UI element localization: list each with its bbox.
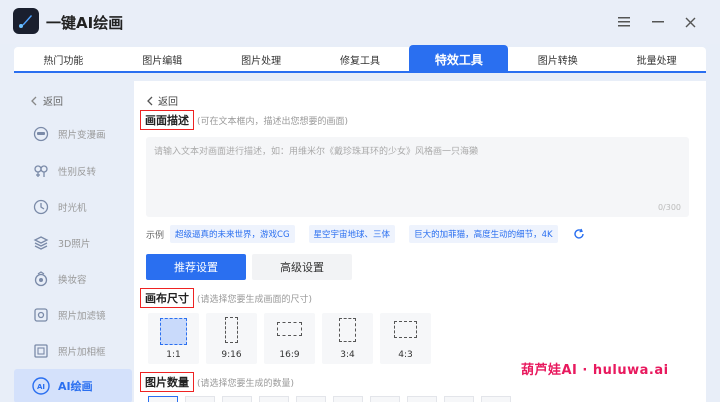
quantity-option[interactable] [481, 396, 511, 402]
ratio-label: 3:4 [340, 350, 355, 360]
recommended-settings-button[interactable]: 推荐设置 [146, 254, 246, 280]
frame-icon [32, 342, 50, 360]
sidebar-item-filter[interactable]: 照片加滤镜 [14, 298, 132, 332]
tab-repair-tools[interactable]: 修复工具 [311, 47, 410, 71]
description-placeholder: 请输入文本对画面进行描述，如：用维米尔《戴珍珠耳环的少女》风格画一只海獭 [154, 147, 479, 157]
sidebar-item-label: 照片加相框 [58, 347, 106, 358]
sidebar-item-cartoon[interactable]: 照片变漫画 [14, 117, 132, 151]
ratio-label: 4:3 [398, 350, 413, 360]
char-counter: 0/300 [657, 203, 681, 212]
makeup-icon [32, 270, 50, 288]
ratio-option-16-9[interactable]: 16:9 [264, 313, 315, 364]
example-chip[interactable]: 星空宇宙地球、三体 [308, 225, 396, 243]
refresh-icon[interactable] [572, 227, 586, 241]
hamburger-menu-icon[interactable] [614, 12, 634, 32]
gender-icon [32, 162, 50, 180]
ai-icon: AI [32, 377, 50, 395]
quantity-option[interactable] [407, 396, 437, 402]
quantity-section-title: 图片数量 (请选择您要生成的数量) [140, 372, 294, 392]
tab-image-convert[interactable]: 图片转换 [508, 47, 607, 71]
description-input[interactable]: 请输入文本对画面进行描述，如：用维米尔《戴珍珠耳环的少女》风格画一只海獭 0/3… [146, 137, 689, 217]
main-back-button[interactable]: 返回 [146, 93, 178, 108]
sidebar-item-frame[interactable]: 照片加相框 [14, 334, 132, 368]
sidebar-back-label: 返回 [43, 97, 63, 108]
app-title: 一键AI绘画 [46, 14, 124, 32]
quantity-option[interactable] [296, 396, 326, 402]
tab-effect-tools[interactable]: 特效工具 [409, 45, 509, 73]
sidebar-item-label: 照片加滤镜 [58, 311, 106, 322]
main-panel: 返回 画面描述 (可在文本框内，描述出您想要的画面) 请输入文本对画面进行描述，… [134, 81, 706, 402]
ratio-label: 9:16 [221, 350, 242, 360]
chevron-left-icon [31, 96, 37, 105]
ratio-label: 16:9 [279, 350, 300, 360]
cartoon-face-icon [32, 125, 50, 143]
brush-icon [19, 15, 32, 28]
quantity-option[interactable] [185, 396, 215, 402]
examples-label: 示例 [146, 230, 165, 241]
quantity-option[interactable] [333, 396, 363, 402]
ratio-option-4-3[interactable]: 4:3 [380, 313, 431, 364]
sidebar: 返回 照片变漫画 性别反转 时光机 3D照片 换妆容 照片加滤镜 照片加相框 A… [14, 81, 132, 402]
filter-icon [32, 306, 50, 324]
canvas-hint: (请选择您要生成画面的尺寸) [197, 294, 313, 305]
description-hint: (可在文本框内，描述出您想要的画面) [197, 116, 349, 127]
tab-image-edit[interactable]: 图片编辑 [113, 47, 212, 71]
chevron-left-icon [147, 96, 153, 105]
canvas-section-title: 画布尺寸 (请选择您要生成画面的尺寸) [140, 288, 312, 308]
settings-tabs: 推荐设置 高级设置 [146, 254, 352, 280]
sidebar-item-label: 照片变漫画 [58, 130, 106, 141]
quantity-title: 图片数量 [140, 372, 194, 392]
ratio-option-3-4[interactable]: 3:4 [322, 313, 373, 364]
quantity-hint: (请选择您要生成的数量) [197, 378, 295, 389]
canvas-title: 画布尺寸 [140, 288, 194, 308]
ratio-landscape-icon [394, 321, 417, 338]
sidebar-item-label: AI绘画 [58, 380, 93, 393]
close-icon[interactable] [680, 12, 700, 32]
sidebar-item-ai-painting[interactable]: AI AI绘画 [14, 369, 132, 402]
example-chip[interactable]: 巨大的加菲猫，高度生动的细节，4K [409, 225, 558, 243]
quantity-option[interactable] [444, 396, 474, 402]
watermark: 葫芦娃AI · huluwa.ai [521, 363, 669, 378]
quantity-options [148, 396, 511, 402]
examples-row: 示例 超级逼真的未来世界，游戏CG 星空宇宙地球、三体 巨大的加菲猫，高度生动的… [146, 225, 586, 243]
app-logo [13, 8, 39, 34]
ratio-options: 1:1 9:16 16:9 3:4 4:3 [148, 313, 431, 364]
ratio-option-9-16[interactable]: 9:16 [206, 313, 257, 364]
main-back-label: 返回 [158, 97, 178, 108]
sidebar-item-label: 时光机 [58, 203, 87, 214]
sidebar-item-gender[interactable]: 性别反转 [14, 154, 132, 188]
sidebar-item-makeup[interactable]: 换妆容 [14, 262, 132, 296]
quantity-option[interactable] [370, 396, 400, 402]
tab-image-process[interactable]: 图片处理 [212, 47, 311, 71]
minimize-icon[interactable] [648, 12, 668, 32]
example-chip[interactable]: 超级逼真的未来世界，游戏CG [170, 225, 295, 243]
ratio-square-icon [160, 318, 187, 345]
clock-icon [32, 198, 50, 216]
ratio-label: 1:1 [166, 350, 181, 360]
sidebar-item-time-machine[interactable]: 时光机 [14, 190, 132, 224]
layers-icon [32, 234, 50, 252]
quantity-option[interactable] [222, 396, 252, 402]
ratio-portrait-icon [225, 317, 238, 343]
ratio-landscape-icon [277, 322, 302, 336]
ratio-option-1-1[interactable]: 1:1 [148, 313, 199, 364]
quantity-option[interactable] [148, 396, 178, 402]
advanced-settings-button[interactable]: 高级设置 [252, 254, 352, 280]
sidebar-item-label: 换妆容 [58, 275, 87, 286]
sidebar-item-3d-photo[interactable]: 3D照片 [14, 226, 132, 260]
tab-batch-process[interactable]: 批量处理 [607, 47, 706, 71]
description-section-title: 画面描述 (可在文本框内，描述出您想要的画面) [140, 110, 348, 130]
quantity-option[interactable] [259, 396, 289, 402]
tab-hot-features[interactable]: 热门功能 [14, 47, 113, 71]
sidebar-item-label: 3D照片 [58, 239, 91, 250]
svg-text:AI: AI [37, 383, 45, 391]
sidebar-item-label: 性别反转 [58, 167, 97, 178]
sidebar-back-button[interactable]: 返回 [30, 93, 63, 108]
title-bar: 一键AI绘画 [0, 0, 720, 44]
tab-bar: 热门功能 图片编辑 图片处理 修复工具 特效工具 图片转换 批量处理 [14, 45, 706, 73]
description-title: 画面描述 [140, 110, 194, 130]
ratio-portrait-icon [339, 318, 356, 342]
